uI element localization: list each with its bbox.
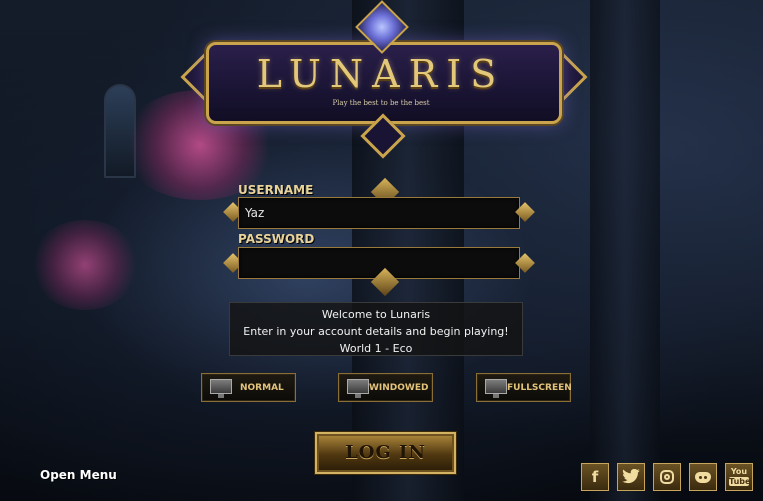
password-label: PASSWORD [238,232,315,246]
normal-mode-label: NORMAL [240,383,284,393]
open-menu-link[interactable]: Open Menu [40,468,117,482]
fullscreen-mode-label: FULLSCREEN [507,383,572,393]
twitter-icon [622,468,640,484]
monitor-icon [485,379,507,398]
cherry-blossom-tree [30,220,140,310]
windowed-mode-button[interactable]: WINDOWED [338,373,433,402]
world-line: World 1 - Eco [339,342,413,355]
windowed-mode-label: WINDOWED [369,383,429,393]
monitor-icon [210,379,232,398]
game-logo: LUNARIS Play the best to be the best [180,0,588,159]
facebook-button[interactable]: f [581,463,609,491]
normal-mode-button[interactable]: NORMAL [201,373,296,402]
welcome-message-box: Welcome to Lunaris Enter in your account… [229,302,523,356]
instagram-icon [660,470,674,484]
fullscreen-mode-button[interactable]: FULLSCREEN [476,373,572,402]
youtube-button[interactable]: You Tube [725,463,753,491]
discord-button[interactable] [689,463,717,491]
logo-title: LUNARIS [256,52,506,96]
username-input[interactable]: Yaz [238,197,520,229]
discord-icon [695,472,711,483]
background-pillar [590,0,660,501]
facebook-icon: f [591,468,599,486]
youtube-icon-top: You [730,467,748,476]
welcome-line: Welcome to Lunaris [321,308,431,321]
monitor-icon [347,379,369,398]
logo-tagline: Play the best to be the best [332,99,430,107]
instagram-button[interactable] [653,463,681,491]
username-label: USERNAME [238,183,314,197]
instructions-line: Enter in your account details and begin … [243,325,509,338]
login-button[interactable]: LOG IN [315,432,456,474]
youtube-icon-bottom: Tube [729,477,751,486]
twitter-button[interactable] [617,463,645,491]
